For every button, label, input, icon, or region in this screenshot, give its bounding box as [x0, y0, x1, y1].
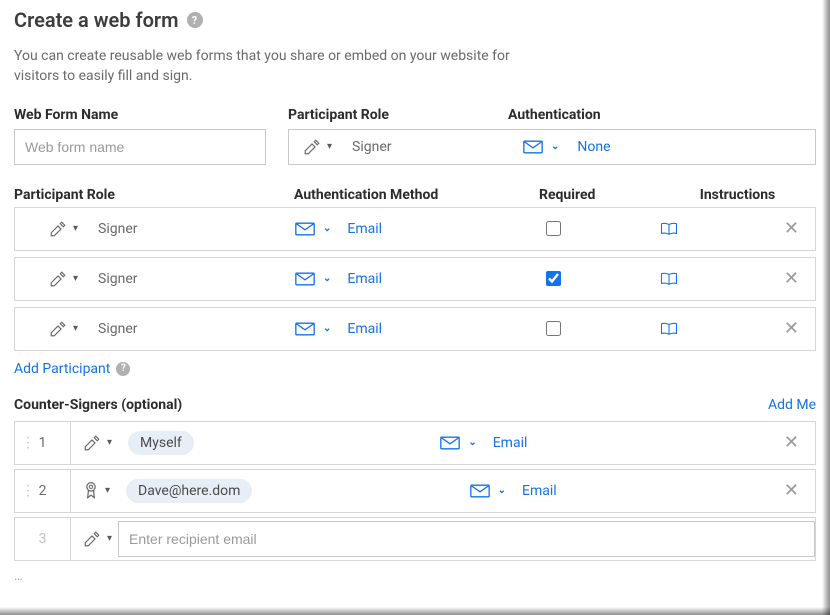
pen-icon	[49, 320, 67, 338]
chevron-down-icon[interactable]: ▾	[107, 437, 112, 448]
col-header-role: Participant Role	[14, 187, 294, 203]
pen-icon	[83, 434, 101, 452]
chevron-down-icon[interactable]: ▾	[105, 485, 110, 496]
counter-signer-row: ⋮1▾Myself⌄Email✕	[14, 421, 816, 465]
chevron-down-icon: ⌄	[551, 141, 559, 152]
counter-signer-row: 3▾	[14, 517, 816, 561]
chevron-down-icon: ⌄	[498, 485, 506, 496]
instructions-icon[interactable]	[660, 322, 678, 336]
participant-role-dropdown[interactable]: ▾ Signer	[15, 270, 295, 288]
participant-auth-value: Email	[347, 221, 382, 237]
envelope-icon	[470, 484, 490, 498]
row-number: 1	[39, 435, 47, 451]
row-number: 3	[39, 531, 47, 547]
recipient-chip[interactable]: Dave@here.dom	[126, 479, 252, 503]
participant-role-dropdown[interactable]: ▾ Signer	[15, 220, 295, 238]
counter-signer-row: ⋮2▾Dave@here.dom⌄Email✕	[14, 469, 816, 513]
counter-signer-auth-dropdown[interactable]: ⌄ Email	[470, 483, 557, 499]
row-order-handle[interactable]: ⋮2	[15, 470, 71, 512]
participant-row: ▾ Signer ⌄ Email ✕	[14, 307, 816, 351]
remove-counter-signer-icon[interactable]: ✕	[784, 432, 799, 453]
recipient-chip[interactable]: Myself	[128, 431, 194, 455]
primary-role-value: Signer	[352, 139, 391, 155]
chevron-down-icon: ⌄	[323, 323, 331, 334]
row-order-handle[interactable]: ⋮1	[15, 422, 71, 464]
drag-handle-icon[interactable]: ⋮	[21, 435, 34, 451]
authentication-label: Authentication	[508, 107, 601, 123]
chevron-down-icon: ⌄	[468, 437, 476, 448]
chevron-down-icon: ▾	[73, 223, 78, 234]
web-form-name-input[interactable]	[14, 129, 266, 165]
participant-role-value: Signer	[98, 271, 137, 287]
remove-participant-icon[interactable]: ✕	[784, 318, 799, 339]
chevron-down-icon: ⌄	[323, 273, 331, 284]
instructions-icon[interactable]	[660, 272, 678, 286]
add-participant-link[interactable]: Add Participant ?	[14, 361, 130, 377]
row-number: 2	[39, 483, 47, 499]
col-header-required: Required	[539, 187, 659, 203]
participant-auth-value: Email	[347, 271, 382, 287]
participant-role-dropdown[interactable]: ▾ Signer	[15, 320, 295, 338]
envelope-icon	[295, 222, 315, 236]
envelope-icon	[295, 322, 315, 336]
participant-role-value: Signer	[98, 221, 137, 237]
instructions-icon[interactable]	[660, 222, 678, 236]
pen-icon	[49, 270, 67, 288]
add-participant-label: Add Participant	[14, 361, 110, 377]
page-title-text: Create a web form	[14, 8, 179, 32]
primary-role-dropdown[interactable]: ▾ Signer	[289, 138, 509, 156]
participant-auth-dropdown[interactable]: ⌄ Email	[295, 221, 540, 237]
participant-row: ▾ Signer ⌄ Email ✕	[14, 207, 816, 251]
envelope-icon	[440, 436, 460, 450]
remove-counter-signer-icon[interactable]: ✕	[784, 480, 799, 501]
pen-icon	[303, 138, 321, 156]
chevron-down-icon: ⌄	[323, 223, 331, 234]
col-header-instructions: Instructions	[659, 187, 816, 203]
required-checkbox[interactable]	[546, 321, 561, 336]
page-title: Create a web form ?	[14, 8, 816, 32]
row-order-handle[interactable]: 3	[15, 518, 71, 560]
recipient-email-input[interactable]	[118, 521, 815, 557]
counter-signer-auth-value: Email	[522, 483, 557, 499]
ribbon-icon	[83, 481, 99, 501]
add-me-link[interactable]: Add Me	[768, 397, 816, 413]
col-header-auth-method: Authentication Method	[294, 187, 539, 203]
pen-icon	[83, 530, 101, 548]
participant-auth-dropdown[interactable]: ⌄ Email	[295, 321, 540, 337]
chevron-down-icon[interactable]: ▾	[107, 533, 112, 544]
primary-auth-dropdown[interactable]: ⌄ None	[509, 139, 625, 155]
remove-participant-icon[interactable]: ✕	[784, 218, 799, 239]
help-icon[interactable]: ?	[187, 12, 203, 28]
chevron-down-icon: ▾	[327, 141, 332, 152]
participant-auth-value: Email	[347, 321, 382, 337]
remove-participant-icon[interactable]: ✕	[784, 268, 799, 289]
counter-signer-auth-dropdown[interactable]: ⌄ Email	[440, 435, 527, 451]
chevron-down-icon: ▾	[73, 273, 78, 284]
participant-auth-dropdown[interactable]: ⌄ Email	[295, 271, 540, 287]
page-description: You can create reusable web forms that y…	[14, 46, 534, 87]
counter-signers-title: Counter-Signers (optional)	[14, 397, 182, 413]
chevron-down-icon: ▾	[73, 323, 78, 334]
help-icon[interactable]: ?	[116, 362, 130, 376]
drag-handle-icon[interactable]: ⋮	[21, 483, 34, 499]
participant-role-label: Participant Role	[288, 107, 508, 123]
required-checkbox[interactable]	[546, 271, 561, 286]
required-checkbox[interactable]	[546, 221, 561, 236]
envelope-icon	[295, 272, 315, 286]
envelope-icon	[523, 140, 543, 154]
web-form-name-label: Web Form Name	[14, 107, 266, 123]
participant-role-value: Signer	[98, 321, 137, 337]
participant-row: ▾ Signer ⌄ Email ✕	[14, 257, 816, 301]
truncated-link[interactable]: …	[14, 569, 816, 584]
counter-signer-auth-value: Email	[493, 435, 528, 451]
primary-auth-value: None	[577, 139, 610, 155]
pen-icon	[49, 220, 67, 238]
